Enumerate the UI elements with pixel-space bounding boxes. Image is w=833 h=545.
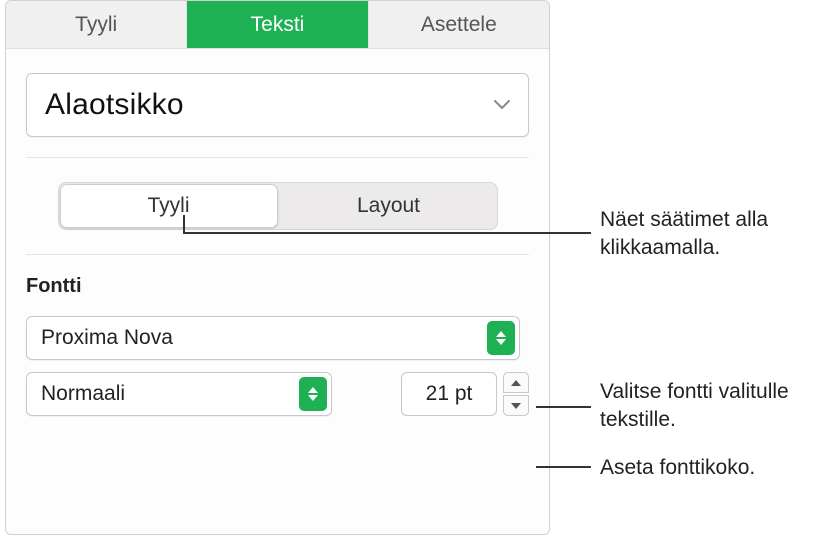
font-size-increase[interactable] (503, 372, 529, 393)
font-style-value: Normaali (41, 382, 125, 406)
tab-style[interactable]: Tyyli (6, 1, 187, 48)
tab-text[interactable]: Teksti (187, 1, 368, 48)
paragraph-style-label: Alaotsikko (45, 88, 184, 122)
font-size-value: 21 pt (426, 382, 473, 406)
style-layout-segmented: Tyyli Layout (58, 182, 498, 230)
font-controls: Proxima Nova Normaali (26, 316, 529, 416)
font-family-value: Proxima Nova (41, 326, 173, 350)
paragraph-style-dropdown[interactable]: Alaotsikko (26, 73, 529, 137)
sub-tab-row: Tyyli Layout (26, 182, 529, 230)
font-size-stepper (503, 372, 529, 416)
divider (26, 254, 529, 255)
format-inspector-panel: Tyyli Teksti Asettele Alaotsikko Tyyli L… (5, 0, 550, 535)
font-size-group: 21 pt (401, 372, 529, 416)
callout-line (183, 215, 185, 232)
divider (26, 157, 529, 158)
callout-font-family: Valitse fontti valitulle tekstille. (600, 378, 833, 435)
callout-font-size: Aseta fonttikoko. (600, 454, 755, 482)
font-style-select[interactable]: Normaali (26, 372, 332, 416)
font-size-decrease[interactable] (503, 395, 529, 416)
subtab-layout[interactable]: Layout (280, 182, 498, 230)
tab-arrange[interactable]: Asettele (369, 1, 549, 48)
font-size-field[interactable]: 21 pt (401, 372, 497, 416)
font-section-label: Fontti (26, 275, 529, 298)
top-tab-bar: Tyyli Teksti Asettele (6, 1, 549, 49)
updown-icon (299, 377, 327, 411)
callout-segmented: Näet säätimet alla klikkaamalla. (600, 206, 833, 263)
inspector-body: Alaotsikko Tyyli Layout Fontti Proxima N… (6, 73, 549, 416)
font-family-select[interactable]: Proxima Nova (26, 316, 520, 360)
updown-icon (487, 321, 515, 355)
subtab-style[interactable]: Tyyli (60, 184, 278, 228)
callout-line (183, 232, 591, 234)
callout-line (536, 466, 591, 468)
callout-line (536, 406, 591, 408)
chevron-down-icon (494, 100, 510, 110)
